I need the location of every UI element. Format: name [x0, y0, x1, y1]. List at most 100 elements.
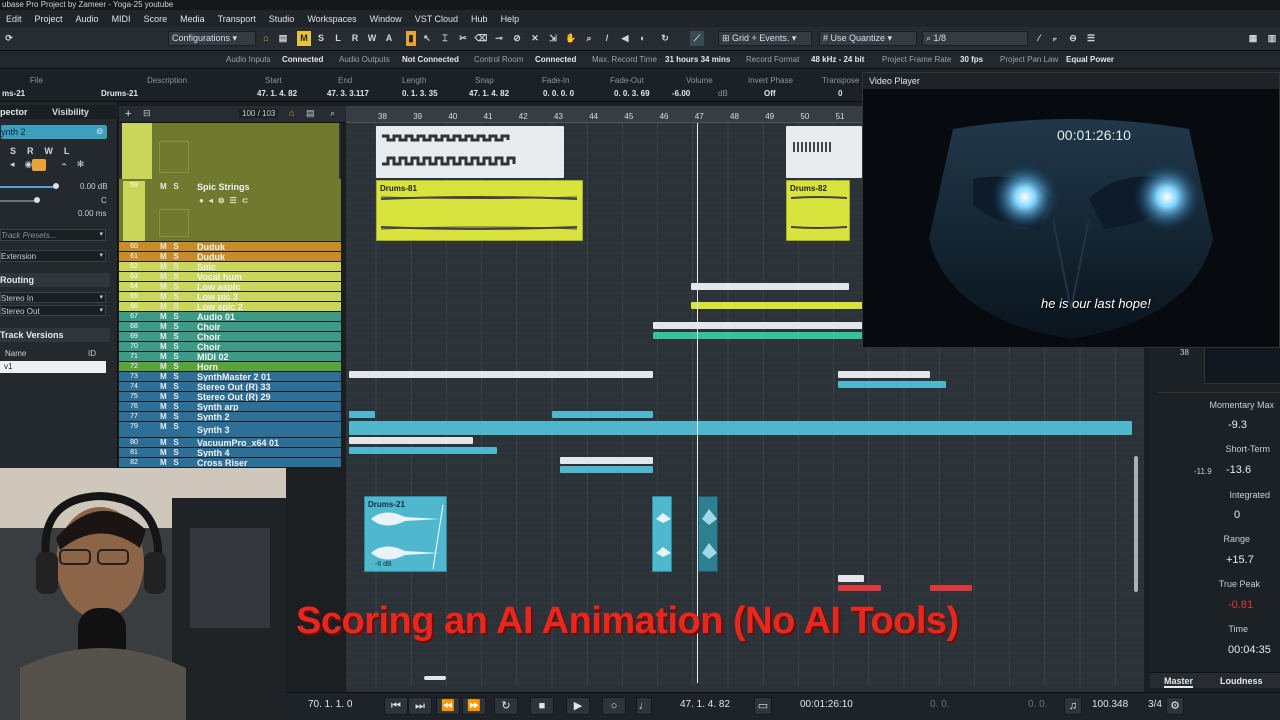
edit-instrument-icon[interactable]: ⊜ — [96, 126, 104, 137]
horizontal-scrollbar[interactable] — [424, 676, 446, 680]
audio-clip-hit-b[interactable] — [698, 496, 718, 572]
mute-tool-icon[interactable]: ✕ — [528, 31, 542, 46]
left-locator[interactable]: 70. 1. 1. 0 — [308, 699, 352, 710]
audio-clip-drums-21[interactable]: Drums-21 -6 dB — [364, 496, 447, 572]
mute-solo-buttons[interactable]: M S — [160, 312, 179, 321]
version-row[interactable]: v1 — [0, 361, 106, 373]
track-name[interactable]: Audio 01 — [197, 312, 235, 321]
inspector-track-name[interactable]: ynth 2 — [1, 127, 26, 137]
track-name[interactable]: Synth 4 — [197, 448, 230, 457]
snap-type-select[interactable]: ⊞ Grid + Events. ▾ — [718, 31, 812, 46]
constrain-icon[interactable]: ⌂ — [259, 31, 273, 46]
clip-low-spic2[interactable] — [691, 302, 866, 309]
track-name[interactable]: Horn — [197, 362, 218, 371]
clip-vacuum[interactable] — [349, 437, 473, 444]
list-icon[interactable]: ▤ — [306, 108, 315, 119]
track-row[interactable]: 79 M S Synth 3 — [119, 422, 341, 438]
track-name[interactable]: Choir — [197, 342, 221, 351]
clip-cross-riser-a[interactable] — [560, 457, 653, 464]
track-row[interactable]: 80 M S VacuumPro_x64 01 — [119, 438, 341, 448]
track-row[interactable]: 63 M S Vocal hum — [119, 272, 341, 282]
menu-transport[interactable]: Transport — [218, 14, 256, 24]
clip-stereo-out-33[interactable] — [838, 381, 946, 388]
menu-hub[interactable]: Hub — [471, 14, 488, 24]
menu-edit[interactable]: Edit — [6, 14, 22, 24]
window-layout-icon[interactable]: ▦ — [1246, 31, 1260, 46]
track-row[interactable]: 65 M S Low pic 3 — [119, 292, 341, 302]
menu-window[interactable]: Window — [370, 14, 402, 24]
track-row[interactable]: 81 M S Synth 4 — [119, 448, 341, 458]
mute-solo-buttons[interactable]: M S — [160, 448, 179, 457]
track-row[interactable]: 67 M S Audio 01 — [119, 312, 341, 322]
track-row[interactable]: 59 M S Spic Strings ●◂⊜☰⊂ — [119, 179, 341, 242]
mute-solo-buttons[interactable]: M S — [160, 262, 179, 271]
track-row[interactable]: 68 M S Choir — [119, 322, 341, 332]
tab-visibility[interactable]: Visibility — [52, 107, 89, 117]
mute-solo-buttons[interactable]: M S — [160, 332, 179, 341]
tab-master[interactable]: Master — [1164, 676, 1194, 688]
extension-select[interactable]: Extension ▾ — [0, 250, 106, 262]
tempo-display[interactable]: 100.348 — [1092, 699, 1128, 710]
mute-solo-buttons[interactable]: M S — [160, 382, 179, 391]
mute-solo-buttons[interactable]: M S — [160, 362, 179, 371]
mute-solo-buttons[interactable]: M S — [160, 282, 179, 291]
erase-tool-icon[interactable]: ⌫ — [474, 31, 488, 46]
info-fadein-value[interactable]: 0. 0. 0. 0 — [543, 89, 574, 98]
track-row[interactable]: 77 M S Synth 2 — [119, 412, 341, 422]
configurations-select[interactable]: Configurations ▾ — [168, 31, 256, 46]
zoom-tool-icon[interactable]: ⊘ — [510, 31, 524, 46]
track-name[interactable]: Spic — [197, 262, 216, 271]
secondary-time-display[interactable]: 00:01:26:10 — [800, 699, 853, 710]
select-marker-icon[interactable]: ▮ — [406, 31, 416, 46]
routing-section[interactable]: Routing — [0, 275, 34, 285]
snap-toggle-icon[interactable]: ⟋ — [690, 31, 704, 46]
primary-time-display[interactable]: 47. 1. 4. 82 — [680, 699, 730, 710]
midi-clip-pattern[interactable] — [376, 126, 564, 178]
draw-tool-icon[interactable]: ⌕ — [582, 31, 596, 46]
split-tool-icon[interactable]: ✂ — [456, 31, 470, 46]
info-volume-value[interactable]: -6.00 — [672, 89, 690, 98]
tempo-track-icon[interactable]: ♫ — [1064, 697, 1082, 715]
info-length-value[interactable]: 0. 1. 3. 35 — [402, 89, 438, 98]
track-options-icon[interactable]: ⊟ — [143, 108, 151, 119]
clip-choir-b[interactable] — [653, 332, 863, 339]
mute-solo-buttons[interactable]: M S — [160, 392, 179, 401]
add-track-icon[interactable]: + — [125, 108, 131, 120]
view-icon[interactable]: ▤ — [276, 31, 290, 46]
mute-solo-buttons[interactable]: M S — [160, 242, 179, 251]
track-versions-section[interactable]: Track Versions — [0, 330, 64, 340]
track-name[interactable]: MIDI 02 — [197, 352, 229, 361]
track-name[interactable]: Synth 2 — [197, 412, 230, 421]
vertical-scrollbar[interactable] — [1134, 456, 1138, 592]
punch-out-display[interactable]: 0. 0. — [1028, 699, 1047, 710]
track-name[interactable]: Synth 3 — [197, 425, 230, 435]
search-icon[interactable]: ⌕ — [330, 108, 335, 119]
track-row[interactable]: 74 M S Stereo Out (R) 33 — [119, 382, 341, 392]
metronome-icon[interactable]: ♩ — [636, 697, 652, 715]
clip-white-small[interactable] — [838, 575, 864, 582]
record-icon[interactable]: ○ — [602, 697, 626, 715]
track-row[interactable]: 70 M S Choir — [119, 342, 341, 352]
audio-clip-drums-82[interactable]: Drums-82 — [786, 180, 850, 241]
iterative-quantize-icon[interactable]: ⟔ — [1048, 31, 1062, 46]
track-name[interactable]: Spic Strings — [197, 182, 250, 192]
settings-gear-icon[interactable]: ⚙ — [1166, 697, 1184, 715]
track-name[interactable]: Stereo Out (R) 33 — [197, 382, 271, 391]
clip-synth4[interactable] — [349, 447, 497, 454]
quantize-select[interactable]: ⌕ 1/8 — [922, 31, 1028, 46]
quantize-preset-icon[interactable]: ⊖ — [1066, 31, 1080, 46]
track-row[interactable]: 73 M S SynthMaster 2 01 — [119, 372, 341, 382]
rewind-icon[interactable]: ⏪ — [436, 697, 460, 715]
signature-display[interactable]: 3/4 — [1148, 699, 1162, 710]
info-transpose-value[interactable]: 0 — [838, 89, 842, 98]
inspector-mode-buttons[interactable]: SRWL — [10, 146, 106, 156]
tab-loudness[interactable]: Loudness — [1220, 676, 1263, 686]
pan-slider[interactable] — [34, 197, 40, 203]
clip-red-a[interactable] — [838, 585, 881, 591]
track-name[interactable]: Low spic 2 — [197, 302, 243, 311]
track-row[interactable]: 69 M S Choir — [119, 332, 341, 342]
clip-cross-riser-b[interactable] — [560, 466, 653, 473]
track-row[interactable]: 72 M S Horn — [119, 362, 341, 372]
align-icon[interactable]: ☰ — [1084, 31, 1098, 46]
line-tool-icon[interactable]: / — [600, 31, 614, 46]
